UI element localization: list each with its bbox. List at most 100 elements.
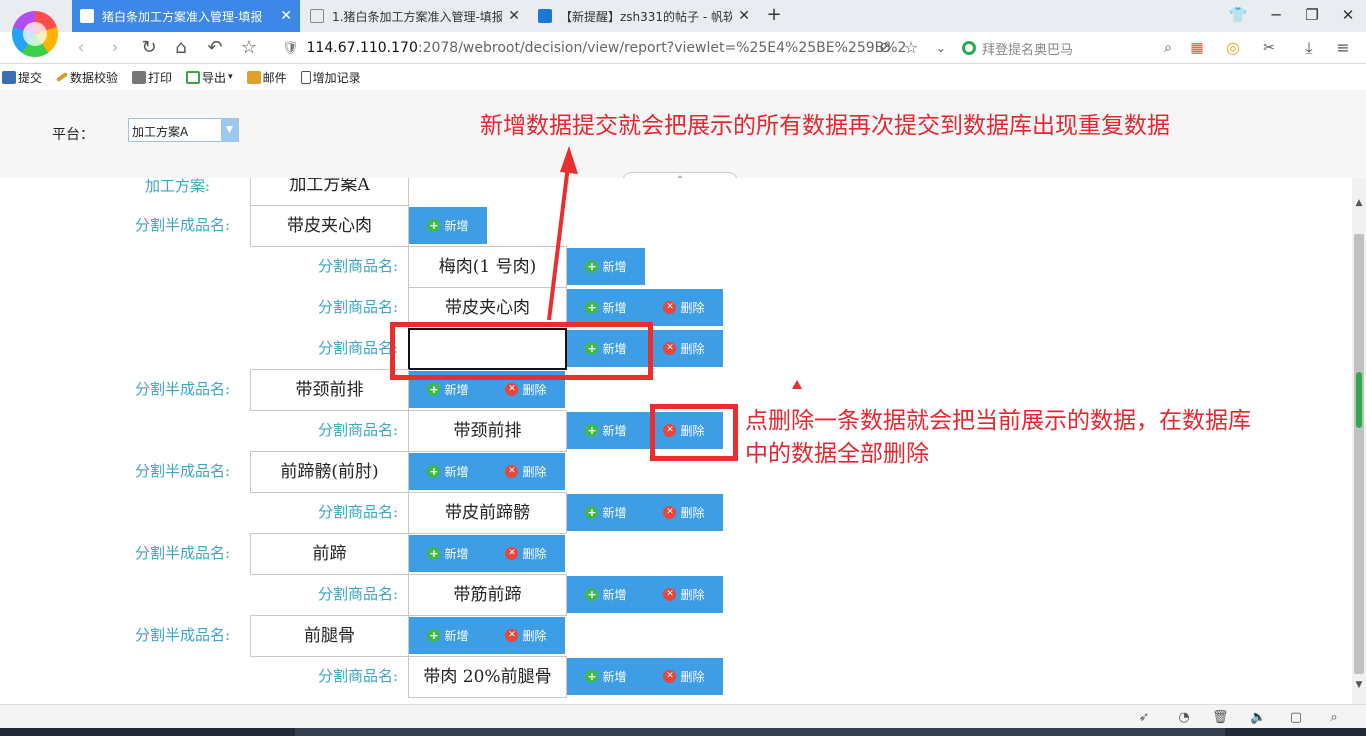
menu-icon[interactable]: ≡ [1332, 37, 1354, 59]
goods-cell[interactable]: 梅肉(1 号肉) [408, 246, 567, 288]
home-icon[interactable]: ⌂ [170, 37, 192, 59]
address-bar[interactable]: 🛡 114.67.110.170 :2078/webroot/decision/… [282, 36, 952, 60]
export-button[interactable]: 导出 ▾ [186, 69, 233, 86]
vertical-scrollbar[interactable]: ▲ ▼ [1352, 178, 1366, 704]
scroll-up-icon[interactable]: ▲ [1352, 196, 1366, 210]
add-record-icon [300, 70, 311, 84]
url-path: :2078/webroot/decision/view/report?viewl… [417, 40, 907, 56]
add-button[interactable]: + 新增 [567, 289, 645, 326]
back-icon[interactable]: ‹ [70, 37, 92, 59]
close-window-icon[interactable]: ✕ [1338, 6, 1358, 24]
close-icon: ✕ [663, 342, 677, 355]
close-icon: ✕ [505, 629, 519, 642]
apps-grid-icon[interactable]: ▦ [1186, 37, 1208, 59]
tab-3[interactable]: 【新提醒】zsh331的帖子 - 帆软 ✕ [530, 0, 758, 32]
platform-select[interactable]: 加工方案A ▼ [128, 118, 239, 142]
speed-icon[interactable]: ◔ [1176, 710, 1192, 725]
reload-icon[interactable]: ↻ [138, 37, 160, 59]
submit-label: 提交 [18, 70, 43, 85]
plan-cell[interactable]: 加工方案A [250, 178, 409, 206]
submit-button[interactable]: 提交 [2, 69, 42, 86]
volume-icon[interactable]: 🔈 [1250, 710, 1266, 725]
delete-button[interactable]: ✕ 删除 [645, 330, 723, 367]
bookmark-icon[interactable]: ☆ [900, 37, 922, 59]
delete-button[interactable]: ✕ 删除 [645, 494, 723, 531]
rocket-icon[interactable]: ➶ [1136, 710, 1152, 725]
search-input[interactable]: 拜登提名奥巴马 [982, 39, 1164, 58]
annotation-top-note: 新增数据提交就会把展示的所有数据再次提交到数据库出现重复数据 [480, 113, 1170, 139]
semi-product-label: 分割半成品名: [134, 544, 230, 562]
trash-icon[interactable]: 🗑 [1212, 710, 1229, 725]
extension-ring-icon[interactable]: ◎ [1222, 37, 1244, 59]
delete-button-label: 删除 [522, 629, 547, 643]
delete-button[interactable]: ✕ 删除 [645, 289, 723, 326]
search-box[interactable]: 拜登提名奥巴马 ⌕ [962, 36, 1172, 60]
data-check-label: 数据校验 [70, 70, 119, 85]
zoom-icon[interactable]: ⌕ [1326, 710, 1342, 725]
star-icon[interactable]: ☆ [238, 37, 260, 59]
tab-active[interactable]: 猪白条加工方案准入管理-填报 ✕ [72, 0, 300, 32]
add-button[interactable]: + 新增 [409, 535, 487, 572]
add-button[interactable]: + 新增 [567, 248, 645, 285]
add-button[interactable]: + 新增 [409, 453, 487, 490]
forward-icon[interactable]: › [104, 37, 126, 59]
chevron-down-icon[interactable]: ⌄ [930, 37, 952, 59]
url-host: 114.67.110.170 [306, 40, 418, 56]
delete-button[interactable]: ✕ 删除 [645, 576, 723, 613]
taskbar [0, 728, 1366, 736]
mail-button[interactable]: 邮件 [246, 69, 287, 86]
add-button[interactable]: + 新增 [409, 207, 487, 244]
delete-button[interactable]: ✕ 删除 [645, 658, 723, 695]
browser-logo-icon[interactable] [12, 11, 58, 57]
scroll-down-icon[interactable]: ▼ [1352, 678, 1366, 692]
close-icon: ✕ [505, 465, 519, 478]
add-button[interactable]: + 新增 [567, 494, 645, 531]
shirt-icon[interactable]: 👕 [1228, 6, 1248, 24]
delete-button[interactable]: ✕ 删除 [487, 453, 565, 490]
undo-icon[interactable]: ↶ [204, 37, 226, 59]
add-button[interactable]: + 新增 [567, 412, 645, 449]
goods-cell[interactable]: 带肉 20%前腿骨 [408, 656, 567, 698]
search-icon[interactable]: ⌕ [1164, 40, 1172, 56]
tab-2[interactable]: 1.猪白条加工方案准入管理-填报 ✕ [302, 0, 528, 32]
scissors-icon[interactable]: ✂ [1258, 37, 1280, 59]
incognito-icon[interactable]: ⊘ [874, 37, 896, 59]
highlight-box-delete [650, 404, 738, 461]
delete-button-label: 删除 [680, 670, 705, 684]
goods-cell[interactable]: 带筋前蹄 [408, 574, 567, 616]
goods-cell[interactable]: 带颈前排 [408, 410, 567, 452]
delete-button[interactable]: ✕ 删除 [487, 535, 565, 572]
semi-product-cell[interactable]: 带皮夹心肉 [250, 205, 409, 247]
chevron-down-icon[interactable]: ▼ [221, 119, 238, 141]
download-icon[interactable]: ⤓ [1298, 37, 1320, 59]
close-icon: ✕ [663, 588, 677, 601]
window-icon[interactable]: ▢ [1288, 710, 1304, 725]
print-button[interactable]: 打印 [132, 69, 172, 86]
add-button[interactable]: + 新增 [409, 617, 487, 654]
goods-cell[interactable]: 带皮前蹄髈 [408, 492, 567, 534]
minimize-icon[interactable]: ─ [1266, 6, 1286, 24]
add-button-label: 新增 [444, 465, 469, 479]
plus-icon: + [427, 629, 441, 642]
annotation-side-note-line2: 中的数据全部删除 [745, 441, 929, 467]
close-icon[interactable]: ✕ [280, 8, 292, 24]
add-button[interactable]: + 新增 [567, 658, 645, 695]
data-check-button[interactable]: 数据校验 [55, 69, 119, 86]
navigation-bar: ‹ › ↻ ⌂ ↶ ☆ 🛡 114.67.110.170 :2078/webro… [0, 32, 1366, 64]
semi-product-cell[interactable]: 前腿骨 [250, 615, 409, 657]
new-tab-button[interactable]: + [764, 4, 784, 25]
semi-product-cell[interactable]: 带颈前排 [250, 369, 409, 411]
close-icon[interactable]: ✕ [738, 8, 750, 24]
maximize-icon[interactable]: ❐ [1302, 6, 1322, 24]
plus-icon: + [585, 424, 599, 437]
mail-icon [246, 70, 261, 84]
add-record-button[interactable]: 增加记录 [300, 69, 361, 86]
scrollbar-thumb[interactable] [1354, 234, 1364, 674]
add-button[interactable]: + 新增 [567, 576, 645, 613]
semi-product-cell[interactable]: 前蹄 [250, 533, 409, 575]
delete-button[interactable]: ✕ 删除 [487, 617, 565, 654]
delete-button-label: 删除 [522, 465, 547, 479]
delete-button-label: 删除 [680, 342, 705, 356]
close-icon[interactable]: ✕ [508, 8, 520, 24]
semi-product-cell[interactable]: 前蹄髈(前肘) [250, 451, 409, 493]
